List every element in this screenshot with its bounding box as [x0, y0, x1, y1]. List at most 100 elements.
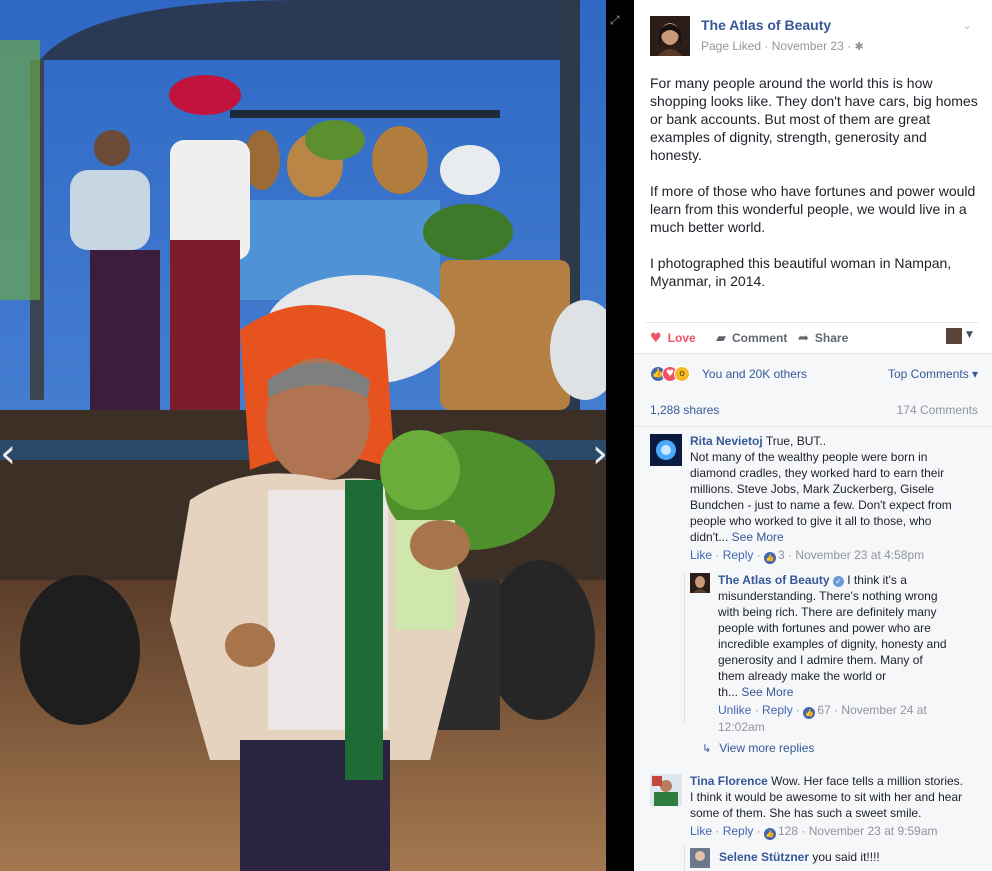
post-paragraph: For many people around the world this is…	[650, 75, 978, 163]
comment-button[interactable]: ▰ Comment	[716, 331, 787, 346]
post-paragraph: If more of those who have fortunes and p…	[650, 183, 976, 235]
comment-text: some of them. She has such a sweet smile…	[690, 806, 922, 820]
comment-text: Wow. Her face tells a million stories.	[771, 774, 963, 788]
comment-text: True, BUT..	[765, 434, 827, 448]
reply-link[interactable]: Reply	[723, 548, 754, 562]
reply-comment: Selene Stützner you said it!!!!	[690, 848, 980, 871]
share-icon: ➦	[798, 331, 809, 346]
commenter-name[interactable]: Tina Florence	[690, 774, 768, 788]
comment-text: generosity and I admire them. Many of	[718, 653, 923, 667]
comment-text: incredible examples of dignity, honesty …	[718, 637, 947, 651]
comment-text: th...	[718, 685, 739, 699]
comment-text: I think it's a	[847, 573, 907, 587]
comment-text: I think it would be awesome to sit with …	[690, 790, 963, 804]
comment-time-continued: 12:02am	[718, 720, 765, 734]
chevron-down-icon[interactable]: ⌄	[962, 18, 972, 32]
comment-body: Selene Stützner you said it!!!!	[719, 849, 880, 865]
comment-meta: Unlike · Reply · 👍 67 · November 24 at	[718, 703, 927, 719]
divider	[634, 426, 992, 427]
view-more-replies-link[interactable]: ↳ View more replies	[702, 741, 814, 755]
comment-text: misunderstanding. There's nothing wrong	[718, 589, 938, 603]
reply-link[interactable]: Reply	[762, 703, 793, 717]
comment-text: didn't...	[690, 530, 729, 544]
post-sidebar: The Atlas of Beauty Page Liked · Novembe…	[634, 0, 992, 871]
post-header: The Atlas of Beauty Page Liked · Novembe…	[650, 16, 980, 56]
view-more-replies-label: View more replies	[719, 741, 815, 755]
reply-thread-line	[684, 846, 685, 871]
expand-icon[interactable]: ⤢	[610, 14, 622, 26]
heart-icon: ♥	[650, 331, 662, 346]
share-label: Share	[814, 331, 849, 345]
comment-meta: Like · Reply · 👍 128 · November 23 at 9:5…	[690, 824, 938, 840]
comment-text: with being rich. There are definitely ma…	[718, 605, 937, 619]
comment-text: Not many of the wealthy people were born…	[690, 450, 928, 464]
reply-thread-line	[684, 572, 685, 724]
commenter-avatar[interactable]	[650, 434, 682, 466]
comments-count[interactable]: 174 Comments	[897, 403, 978, 417]
commenter-avatar[interactable]	[650, 774, 682, 806]
reply-link[interactable]: Reply	[723, 824, 754, 838]
unlike-link[interactable]: Unlike	[718, 703, 751, 717]
top-comments-dropdown[interactable]: Top Comments ▾	[888, 367, 978, 381]
comment-time[interactable]: November 23 at 4:58pm	[795, 548, 924, 562]
comment-meta: Like · Reply · 👍 3 · November 23 at 4:58p…	[690, 548, 925, 564]
comment-time[interactable]: November 23 at 9:59am	[809, 824, 938, 838]
share-count-row: 1,288 shares 174 Comments	[650, 403, 980, 419]
like-count[interactable]: 128	[778, 824, 798, 838]
gear-icon: ✱	[854, 40, 864, 53]
comment-text: them already make the world or	[718, 669, 887, 683]
like-link[interactable]: Like	[690, 548, 712, 562]
chevron-left-icon[interactable]: ‹	[0, 430, 20, 478]
comment-text: you said it!!!!	[812, 850, 880, 864]
feedback-section: 👍 ♥ o You and 20K others Top Comments ▾ …	[634, 353, 992, 871]
commenter-name[interactable]: Selene Stützner	[719, 850, 809, 864]
viewer-avatar[interactable]	[946, 328, 962, 344]
chevron-right-icon[interactable]: ›	[588, 430, 606, 478]
comment-text: people with fortunes and power who are	[718, 621, 931, 635]
reactions-summary[interactable]: You and 20K others	[702, 367, 807, 381]
meta-separator: ·	[764, 39, 772, 53]
commenter-avatar[interactable]	[690, 848, 710, 868]
comment-text: millions. Steve Jobs, Mark Zuckerberg, G…	[690, 482, 935, 496]
comment-body: Rita Nevietoj True, BUT.. Not many of th…	[690, 433, 952, 564]
comment-body: The Atlas of Beauty ✓ I think it's a mis…	[718, 572, 947, 735]
reply-arrow-icon: ↳	[702, 742, 712, 755]
verified-badge-icon: ✓	[832, 576, 844, 587]
comment-text: people who worked to give it all to thos…	[690, 514, 932, 528]
like-count-icon: 👍	[764, 552, 777, 564]
commenter-avatar[interactable]	[690, 573, 710, 593]
like-link[interactable]: Like	[690, 824, 712, 838]
wow-icon: o	[674, 366, 690, 382]
reactions-row: 👍 ♥ o You and 20K others Top Comments ▾	[650, 366, 980, 384]
post-actions: ♥ Love ▰ Comment ➦ Share ▼	[646, 322, 978, 354]
post-photo[interactable]: ‹ ›	[0, 0, 606, 871]
commenter-name[interactable]: Rita Nevietoj	[690, 434, 763, 448]
comment-body: Tina Florence Wow. Her face tells a mill…	[690, 773, 963, 840]
love-label: Love	[667, 331, 696, 345]
post-date[interactable]: November 23	[772, 39, 844, 53]
shares-count[interactable]: 1,288 shares	[650, 403, 719, 417]
comment-icon: ▰	[716, 331, 726, 346]
page-name[interactable]: The Atlas of Beauty	[701, 17, 831, 33]
love-button[interactable]: ♥ Love	[650, 331, 696, 346]
share-button[interactable]: ➦ Share	[798, 331, 848, 346]
photo-image	[0, 0, 606, 871]
see-more-link[interactable]: See More	[741, 685, 793, 699]
comment-text: diamond cradles, they worked hard to ear…	[690, 466, 945, 480]
page-liked-status: Page Liked	[701, 39, 762, 53]
like-count-icon: 👍	[764, 828, 777, 840]
top-comments-label: Top Comments	[888, 367, 969, 381]
see-more-link[interactable]: See More	[732, 530, 784, 544]
like-count[interactable]: 67	[817, 703, 830, 717]
post-paragraph: I photographed this beautiful woman in N…	[650, 255, 952, 289]
post-meta: Page Liked · November 23 · ✱	[701, 39, 864, 53]
comment-label: Comment	[732, 331, 788, 345]
comment-text: Bundchen - just to name a few. Don't exp…	[690, 498, 952, 512]
caret-down-icon[interactable]: ▼	[966, 330, 973, 340]
post-text: For many people around the world this is…	[650, 74, 980, 308]
comment-time[interactable]: November 24 at	[841, 703, 926, 717]
caret-down-icon: ▾	[968, 367, 979, 381]
page-avatar[interactable]	[650, 16, 690, 56]
like-count[interactable]: 3	[778, 548, 785, 562]
commenter-name[interactable]: The Atlas of Beauty	[718, 573, 830, 587]
